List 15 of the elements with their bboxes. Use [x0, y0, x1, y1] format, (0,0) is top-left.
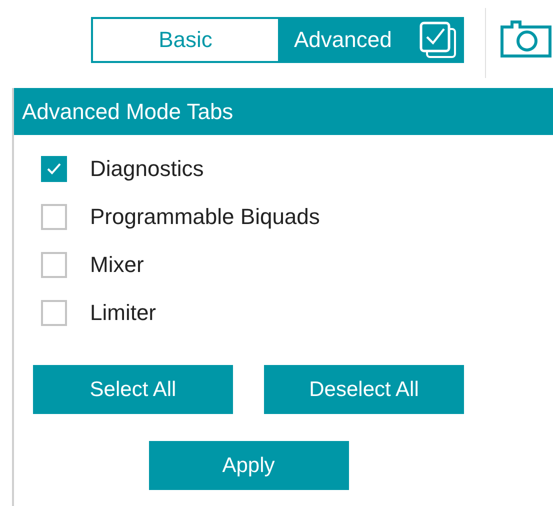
checkbox-label: Limiter [90, 300, 156, 326]
checkbox-label: Mixer [90, 252, 144, 278]
checkbox[interactable] [41, 204, 67, 230]
checkbox[interactable] [41, 156, 67, 182]
checkbox-label: Programmable Biquads [90, 204, 320, 230]
checkbox[interactable] [41, 252, 67, 278]
checkbox-label: Diagnostics [90, 156, 204, 182]
panel-title: Advanced Mode Tabs [14, 88, 553, 135]
checkbox[interactable] [41, 300, 67, 326]
mode-tab[interactable]: Basic [93, 19, 278, 61]
action-button[interactable]: Deselect All [264, 365, 464, 414]
camera-icon[interactable] [500, 19, 552, 59]
stacked-checkbox-icon[interactable] [418, 20, 458, 60]
action-button[interactable]: Select All [33, 365, 233, 414]
apply-button[interactable]: Apply [148, 441, 348, 490]
